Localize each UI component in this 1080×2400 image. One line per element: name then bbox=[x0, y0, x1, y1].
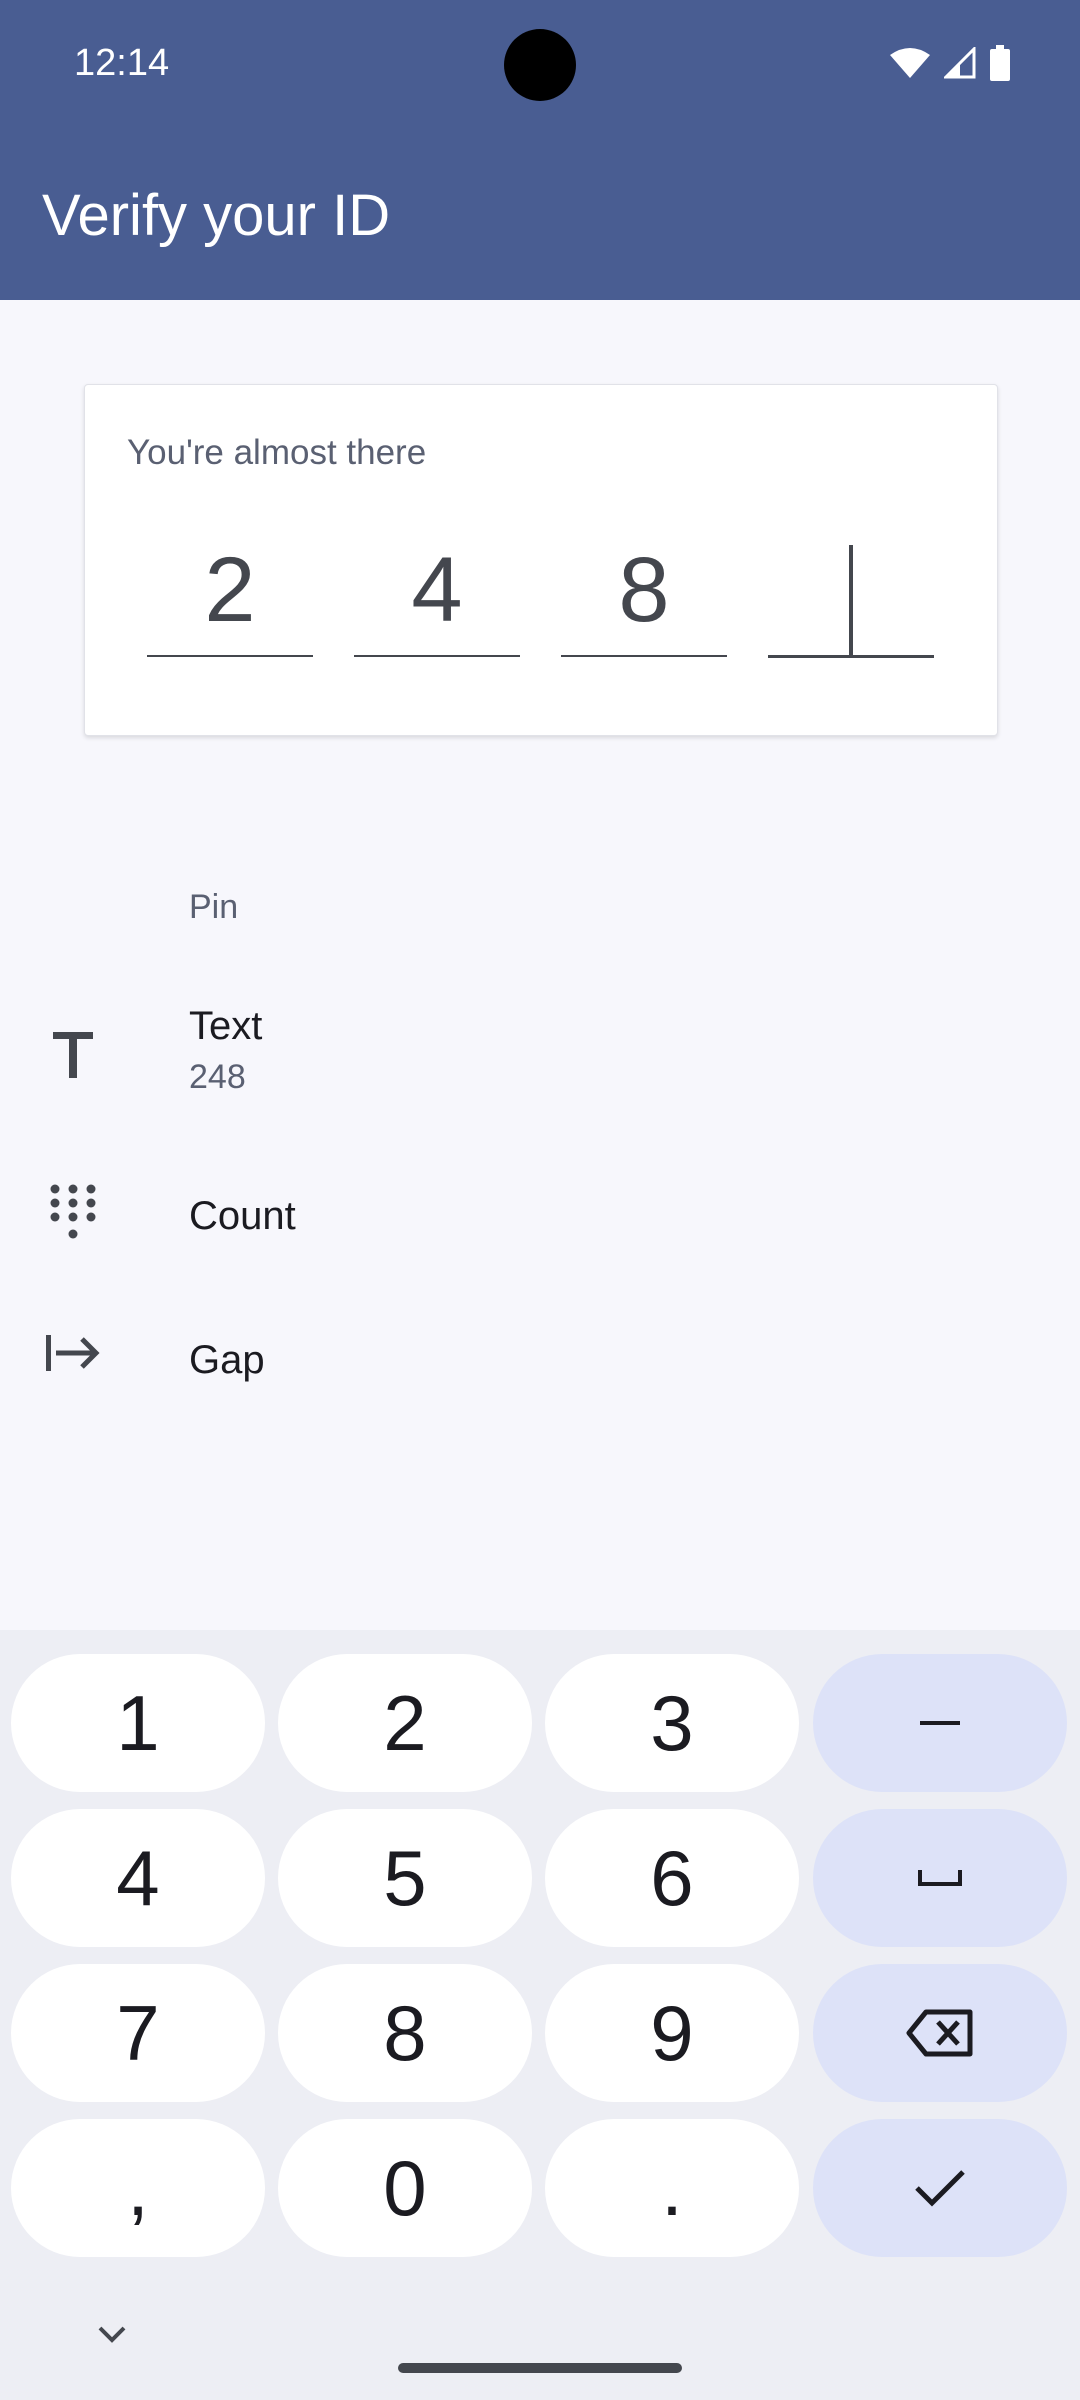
app-bar: 12:14 Verify your ID bbox=[0, 0, 1080, 300]
key-period[interactable]: . bbox=[545, 2119, 799, 2257]
list-item-subtitle: 248 bbox=[189, 1058, 246, 1096]
hide-keyboard-button[interactable] bbox=[92, 2320, 132, 2351]
text-cursor bbox=[849, 545, 853, 657]
key-done[interactable] bbox=[813, 2119, 1067, 2257]
key-dash[interactable] bbox=[813, 1654, 1067, 1792]
arrow-right-to-line-icon bbox=[42, 1322, 104, 1384]
list-item-title: Text bbox=[189, 1004, 263, 1048]
key-4[interactable]: 4 bbox=[11, 1809, 265, 1947]
key-8[interactable]: 8 bbox=[278, 1964, 532, 2102]
pin-digit-4[interactable] bbox=[768, 535, 934, 658]
list-item-gap[interactable]: Gap bbox=[0, 1310, 1080, 1410]
key-7[interactable]: 7 bbox=[11, 1964, 265, 2102]
key-comma[interactable]: , bbox=[11, 2119, 265, 2257]
key-1[interactable]: 1 bbox=[11, 1654, 265, 1792]
list-item-title: Gap bbox=[189, 1338, 265, 1382]
wifi-icon bbox=[890, 47, 930, 79]
key-2[interactable]: 2 bbox=[278, 1654, 532, 1792]
key-5[interactable]: 5 bbox=[278, 1809, 532, 1947]
battery-icon bbox=[990, 45, 1010, 81]
pin-digit-1[interactable]: 2 bbox=[147, 535, 313, 657]
signal-icon bbox=[944, 47, 976, 79]
dialpad-icon bbox=[42, 1182, 104, 1244]
camera-cutout bbox=[504, 29, 576, 101]
key-6[interactable]: 6 bbox=[545, 1809, 799, 1947]
key-3[interactable]: 3 bbox=[545, 1654, 799, 1792]
list-item-count[interactable]: Count bbox=[0, 1170, 1080, 1270]
pin-card-label: You're almost there bbox=[127, 433, 427, 472]
page-title: Verify your ID bbox=[42, 183, 391, 248]
screen: 12:14 Verify your ID You're almost there… bbox=[0, 0, 1080, 2400]
key-space[interactable] bbox=[813, 1809, 1067, 1947]
status-icons bbox=[890, 45, 1010, 81]
key-9[interactable]: 9 bbox=[545, 1964, 799, 2102]
check-icon bbox=[915, 2170, 965, 2207]
list-item-text[interactable]: Text 248 bbox=[0, 990, 1080, 1120]
section-label-pin: Pin bbox=[189, 888, 239, 926]
key-backspace[interactable] bbox=[813, 1964, 1067, 2102]
gesture-nav-bar[interactable] bbox=[398, 2363, 682, 2373]
pin-digit-2[interactable]: 4 bbox=[354, 535, 520, 657]
key-0[interactable]: 0 bbox=[278, 2119, 532, 2257]
pin-digit-3[interactable]: 8 bbox=[561, 535, 727, 657]
space-icon bbox=[918, 1870, 962, 1886]
text-format-icon bbox=[42, 1024, 104, 1086]
dash-icon bbox=[920, 1721, 960, 1725]
pin-card: You're almost there 2 4 8 bbox=[84, 384, 998, 736]
list-item-title: Count bbox=[189, 1194, 296, 1238]
chevron-down-icon bbox=[98, 2326, 126, 2343]
backspace-icon bbox=[906, 2009, 973, 2057]
status-time: 12:14 bbox=[74, 42, 170, 84]
